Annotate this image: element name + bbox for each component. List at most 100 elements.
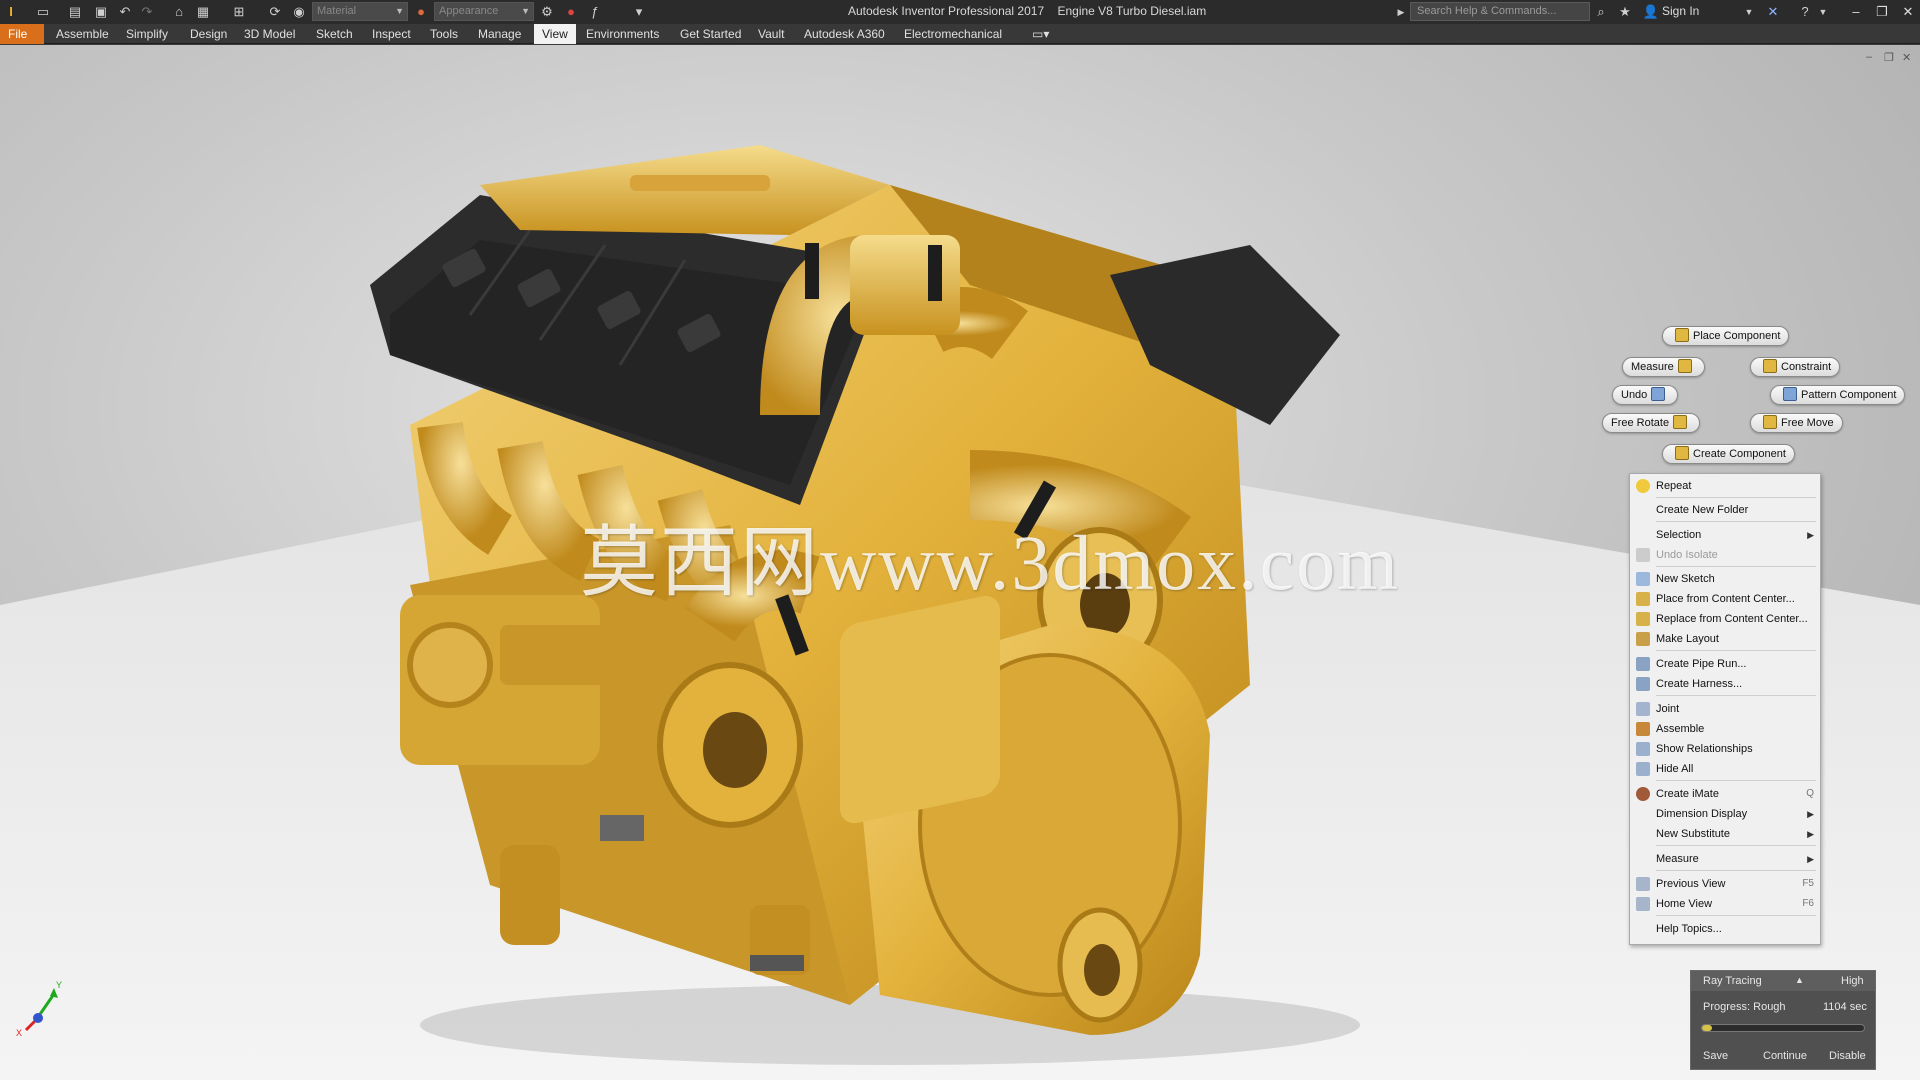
- create-component-button[interactable]: Create Component: [1662, 444, 1795, 464]
- tab-sketch[interactable]: Sketch: [308, 24, 361, 44]
- tab-view[interactable]: View: [534, 24, 576, 44]
- menu-item-create-imate[interactable]: Create iMate Q: [1630, 784, 1820, 804]
- menu-item-show-relationships[interactable]: Show Relationships: [1630, 739, 1820, 759]
- previous-view-icon: [1636, 877, 1650, 891]
- user-icon[interactable]: 👤: [1642, 3, 1660, 21]
- menu-item-label: Place from Content Center...: [1656, 593, 1795, 605]
- menu-item-home-view[interactable]: Home View F6: [1630, 894, 1820, 914]
- parameters-icon[interactable]: ƒ: [586, 3, 604, 21]
- search-icon[interactable]: ⌕: [1592, 3, 1610, 21]
- material-combo[interactable]: Material ▼: [312, 2, 408, 21]
- ribbon-display-options-icon[interactable]: ▭▾: [1024, 24, 1057, 44]
- open-folder-icon[interactable]: ▤: [66, 3, 84, 21]
- minimize-icon[interactable]: –: [1846, 2, 1866, 22]
- menu-item-dimension-display[interactable]: Dimension Display ▶: [1630, 804, 1820, 824]
- free-move-button[interactable]: Free Move: [1750, 413, 1843, 433]
- ribbon-tab-bar: File Assemble Simplify Design 3D Model S…: [0, 24, 1920, 44]
- menu-item-previous-view[interactable]: Previous View F5: [1630, 874, 1820, 894]
- menu-item-label: Create New Folder: [1656, 504, 1749, 516]
- update-icon[interactable]: ⟳: [266, 3, 284, 21]
- undo-button[interactable]: Undo: [1612, 385, 1679, 405]
- menu-item-new-sketch[interactable]: New Sketch: [1630, 569, 1820, 589]
- viewport-close-icon[interactable]: ✕: [1902, 51, 1911, 64]
- place-component-button[interactable]: Place Component: [1662, 326, 1790, 346]
- menu-item-hide-all[interactable]: Hide All: [1630, 759, 1820, 779]
- viewport-restore-icon[interactable]: ❐: [1884, 51, 1894, 64]
- tab-design[interactable]: Design: [182, 24, 235, 44]
- continue-button[interactable]: Continue: [1763, 1050, 1807, 1062]
- undo-icon[interactable]: ↶: [116, 3, 134, 21]
- chevron-down-icon[interactable]: ▼: [1740, 3, 1758, 21]
- menu-separator: [1656, 780, 1816, 781]
- render-time: 1104 sec: [1823, 1001, 1867, 1013]
- menu-item-create-new-folder[interactable]: Create New Folder: [1630, 500, 1820, 520]
- appearance-sphere-icon[interactable]: ●: [412, 3, 430, 21]
- menu-item-measure[interactable]: Measure ▶: [1630, 849, 1820, 869]
- save-icon[interactable]: ▣: [92, 3, 110, 21]
- tab-manage[interactable]: Manage: [470, 24, 529, 44]
- tab-electromechanical[interactable]: Electromechanical: [896, 24, 1010, 44]
- menu-separator: [1656, 497, 1816, 498]
- constraint-button[interactable]: Constraint: [1750, 357, 1841, 377]
- menu-item-new-substitute[interactable]: New Substitute ▶: [1630, 824, 1820, 844]
- favorites-star-icon[interactable]: ★: [1616, 3, 1634, 21]
- menu-item-label: Home View: [1656, 898, 1713, 910]
- tab-3d-model[interactable]: 3D Model: [236, 24, 303, 44]
- viewport-minimize-icon[interactable]: –: [1866, 51, 1872, 63]
- free-rotate-button[interactable]: Free Rotate: [1602, 413, 1701, 433]
- inventor-logo-icon[interactable]: I: [2, 3, 20, 21]
- pattern-component-button[interactable]: Pattern Component: [1770, 385, 1906, 405]
- create-component-label: Create Component: [1693, 448, 1786, 460]
- search-input[interactable]: Search Help & Commands...: [1410, 2, 1590, 21]
- menu-item-help-topics[interactable]: Help Topics...: [1630, 919, 1820, 939]
- menu-item-repeat[interactable]: Repeat: [1630, 476, 1820, 496]
- tab-assemble[interactable]: Assemble: [48, 24, 117, 44]
- print-icon[interactable]: ▦: [194, 3, 212, 21]
- home-icon[interactable]: ⌂: [170, 3, 188, 21]
- menu-item-selection[interactable]: Selection ▶: [1630, 525, 1820, 545]
- menu-item-create-harness[interactable]: Create Harness...: [1630, 674, 1820, 694]
- clear-appearance-icon[interactable]: ●: [562, 3, 580, 21]
- select-icon[interactable]: ⊞: [230, 3, 248, 21]
- tab-get-started[interactable]: Get Started: [672, 24, 749, 44]
- chevron-down-icon: ▼: [521, 6, 530, 16]
- free-rotate-label: Free Rotate: [1611, 417, 1670, 429]
- collapse-arrow-icon[interactable]: ▲: [1795, 975, 1804, 985]
- save-button[interactable]: Save: [1703, 1050, 1728, 1062]
- menu-item-label: Previous View: [1656, 878, 1726, 890]
- close-icon[interactable]: ✕: [1898, 2, 1918, 22]
- menu-item-create-pipe-run[interactable]: Create Pipe Run...: [1630, 654, 1820, 674]
- menu-item-replace-from-content-center[interactable]: Replace from Content Center...: [1630, 609, 1820, 629]
- tab-environments[interactable]: Environments: [578, 24, 667, 44]
- menu-item-place-from-content-center[interactable]: Place from Content Center...: [1630, 589, 1820, 609]
- tab-tools[interactable]: Tools: [422, 24, 466, 44]
- menu-item-make-layout[interactable]: Make Layout: [1630, 629, 1820, 649]
- tab-vault[interactable]: Vault: [750, 24, 792, 44]
- exchange-apps-icon[interactable]: ✕: [1764, 3, 1782, 21]
- disable-button[interactable]: Disable: [1829, 1050, 1866, 1062]
- material-placeholder: Material: [317, 5, 357, 17]
- appearance-combo[interactable]: Appearance ▼: [434, 2, 534, 21]
- measure-button[interactable]: Measure: [1622, 357, 1705, 377]
- redo-icon[interactable]: ↷: [138, 3, 156, 21]
- chevron-down-icon[interactable]: ▼: [1814, 3, 1832, 21]
- search-expand-icon[interactable]: ▶: [1392, 3, 1410, 21]
- help-icon[interactable]: ?: [1796, 3, 1814, 21]
- tab-file[interactable]: File: [0, 24, 44, 44]
- ray-tracing-quality[interactable]: High: [1841, 975, 1864, 987]
- menu-item-joint[interactable]: Joint: [1630, 699, 1820, 719]
- tab-inspect[interactable]: Inspect: [364, 24, 419, 44]
- menu-separator: [1656, 566, 1816, 567]
- tab-simplify[interactable]: Simplify: [118, 24, 176, 44]
- menu-item-assemble[interactable]: Assemble: [1630, 719, 1820, 739]
- customize-icon[interactable]: ▾: [630, 3, 648, 21]
- restore-icon[interactable]: ❐: [1872, 2, 1892, 22]
- tab-autodesk-a360[interactable]: Autodesk A360: [796, 24, 893, 44]
- adjust-icon[interactable]: ⚙: [538, 3, 556, 21]
- menu-item-undo-isolate[interactable]: Undo Isolate: [1630, 545, 1820, 565]
- pattern-component-label: Pattern Component: [1801, 389, 1897, 401]
- material-sphere-icon[interactable]: ◉: [290, 3, 308, 21]
- graphics-viewport[interactable]: – ❐ ✕ 莫西网www.3dmox.com Place Component M…: [0, 45, 1920, 1080]
- new-file-icon[interactable]: ▭: [34, 3, 52, 21]
- sign-in-link[interactable]: Sign In: [1662, 4, 1699, 18]
